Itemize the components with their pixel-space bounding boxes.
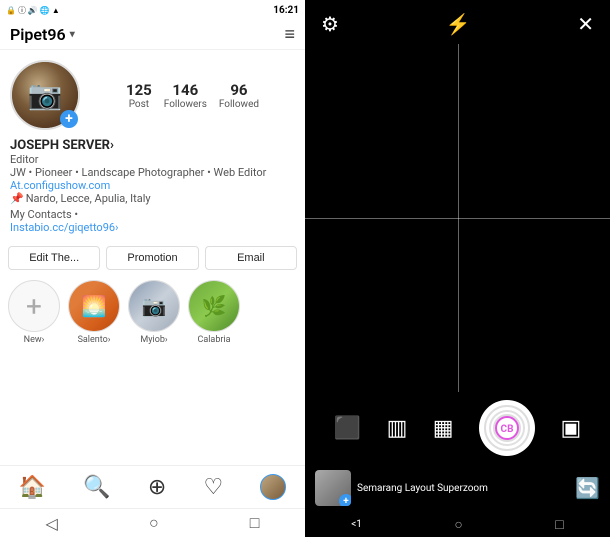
- followers-label: Followers: [164, 99, 207, 110]
- highlight-calabria-label: Calabria: [197, 335, 230, 345]
- highlight-add-new[interactable]: + New›: [8, 280, 60, 345]
- edit-profile-button[interactable]: Edit The...: [8, 246, 100, 270]
- zoom-label: <1: [351, 519, 362, 530]
- cam-viewfinder: [305, 44, 610, 392]
- nav-search-icon[interactable]: 🔍: [83, 475, 110, 500]
- highlight-add-circle[interactable]: +: [8, 280, 60, 332]
- highlight-myjob[interactable]: 📷 Myiob›: [128, 280, 180, 345]
- add-highlight-icon: +: [26, 290, 42, 323]
- back-button-left[interactable]: ◁: [46, 514, 58, 533]
- bio-location: 📌 Nardo, Lecce, Apulia, Italy: [10, 192, 295, 205]
- nav-profile-avatar[interactable]: [260, 474, 286, 500]
- notif-item: + Semarang Layout Superzoom: [315, 470, 488, 506]
- action-buttons: Edit The... Promotion Email: [0, 240, 305, 276]
- status-bar: 🔒 ⓘ 🔊 🌐 ▲ 16:21: [0, 0, 305, 20]
- stat-followers: 146 Followers: [164, 81, 207, 110]
- posts-count: 125: [126, 81, 152, 99]
- username-label: Pipet96: [10, 25, 66, 44]
- right-panel: ⚙ ⚡ ✕ ⬛ ▥ ▦ CB ▣: [305, 0, 610, 537]
- home-button-left[interactable]: ○: [149, 513, 159, 533]
- film-icon-3[interactable]: ▣: [560, 416, 581, 441]
- left-panel: 🔒 ⓘ 🔊 🌐 ▲ 16:21 Pipet96 ▾ ≡ + 125 Post 1…: [0, 0, 305, 537]
- sys-nav-left: ◁ ○ □: [0, 508, 305, 537]
- highlight-salento-image: 🌅: [69, 281, 119, 331]
- highlight-new-label: New›: [24, 335, 45, 345]
- followers-count: 146: [172, 81, 198, 99]
- cb-logo-svg: CB: [495, 416, 519, 440]
- email-button[interactable]: Email: [205, 246, 297, 270]
- highlight-salento-label: Salento›: [78, 335, 111, 345]
- username-caret: ▾: [70, 29, 75, 40]
- highlights-row: + New› 🌅 Salento› 📷 Myiob› 🌿 Calabria: [0, 276, 305, 353]
- highlight-myjob-image: 📷: [129, 281, 179, 331]
- highlight-salento-circle[interactable]: 🌅: [68, 280, 120, 332]
- followed-count: 96: [230, 81, 247, 99]
- highlight-salento[interactable]: 🌅 Salento›: [68, 280, 120, 345]
- bio-contacts[interactable]: My Contacts •: [10, 208, 295, 221]
- highlight-calabria-circle[interactable]: 🌿: [188, 280, 240, 332]
- location-icon: 📌: [10, 192, 24, 205]
- promotion-button[interactable]: Promotion: [106, 246, 198, 270]
- flash-icon[interactable]: ⚡: [446, 12, 471, 36]
- highlight-calabria-image: 🌿: [189, 281, 239, 331]
- bio-section: JOSEPH SERVER› Editor JW • Pioneer • Lan…: [0, 136, 305, 240]
- status-left-icons: 🔒 ⓘ 🔊 🌐 ▲: [6, 5, 60, 16]
- add-to-story-button[interactable]: +: [60, 110, 78, 128]
- sys-nav-right: <1 ○ □: [305, 512, 610, 537]
- highlight-calabria[interactable]: 🌿 Calabria: [188, 280, 240, 345]
- notif-thumbnail: +: [315, 470, 351, 506]
- shutter-inner: CB: [484, 405, 530, 451]
- app-logo: CB: [489, 410, 525, 446]
- crosshair-vertical: [458, 44, 459, 392]
- recents-button-left[interactable]: □: [250, 513, 260, 533]
- nav-heart-icon[interactable]: ♡: [203, 475, 223, 500]
- nav-home-icon[interactable]: 🏠: [19, 475, 46, 500]
- posts-label: Post: [129, 99, 149, 110]
- svg-text:CB: CB: [501, 424, 514, 435]
- ig-bottom-nav: 🏠 🔍 ⊕ ♡: [0, 465, 305, 508]
- status-time: 16:21: [273, 5, 299, 16]
- recents-button-right[interactable]: □: [555, 516, 563, 533]
- cam-controls-row: ⬛ ▥ ▦ CB ▣: [305, 392, 610, 464]
- bio-link[interactable]: At.configushow.com: [10, 179, 295, 192]
- bio-instabio[interactable]: Instabio.cc/giqetto96›: [10, 221, 295, 234]
- nav-add-icon[interactable]: ⊕: [148, 475, 166, 500]
- notif-text: Semarang Layout Superzoom: [357, 483, 488, 494]
- film-icon-2[interactable]: ▥: [387, 416, 408, 441]
- profile-section: + 125 Post 146 Followers 96 Followed: [0, 50, 305, 136]
- avatar-container: +: [10, 60, 80, 130]
- settings-icon[interactable]: ⚙: [321, 12, 339, 36]
- bio-name: JOSEPH SERVER›: [10, 138, 295, 153]
- cam-top-bar: ⚙ ⚡ ✕: [305, 0, 610, 44]
- stats-container: 125 Post 146 Followers 96 Followed: [90, 81, 295, 110]
- bio-title: Editor: [10, 153, 295, 166]
- home-button-right[interactable]: ○: [454, 516, 462, 533]
- stat-posts: 125 Post: [126, 81, 152, 110]
- hamburger-icon[interactable]: ≡: [284, 24, 295, 45]
- adjust-icon[interactable]: ▦: [433, 416, 454, 441]
- cam-notification-bar: + Semarang Layout Superzoom 🔄: [305, 464, 610, 512]
- ig-header: Pipet96 ▾ ≡: [0, 20, 305, 50]
- shutter-button[interactable]: CB: [479, 400, 535, 456]
- bio-description: JW • Pioneer • Landscape Photographer • …: [10, 166, 295, 179]
- highlight-myjob-circle[interactable]: 📷: [128, 280, 180, 332]
- notif-add-badge: +: [339, 494, 351, 506]
- location-text: Nardo, Lecce, Apulia, Italy: [26, 192, 151, 205]
- film-icon-1[interactable]: ⬛: [334, 416, 361, 441]
- highlight-myjob-label: Myiob›: [140, 335, 167, 345]
- ig-username[interactable]: Pipet96 ▾: [10, 25, 75, 44]
- app-logo-text: CB: [493, 414, 521, 442]
- stat-followed: 96 Followed: [219, 81, 259, 110]
- followed-label: Followed: [219, 99, 259, 110]
- swap-camera-icon[interactable]: 🔄: [575, 476, 600, 500]
- close-icon[interactable]: ✕: [577, 12, 594, 36]
